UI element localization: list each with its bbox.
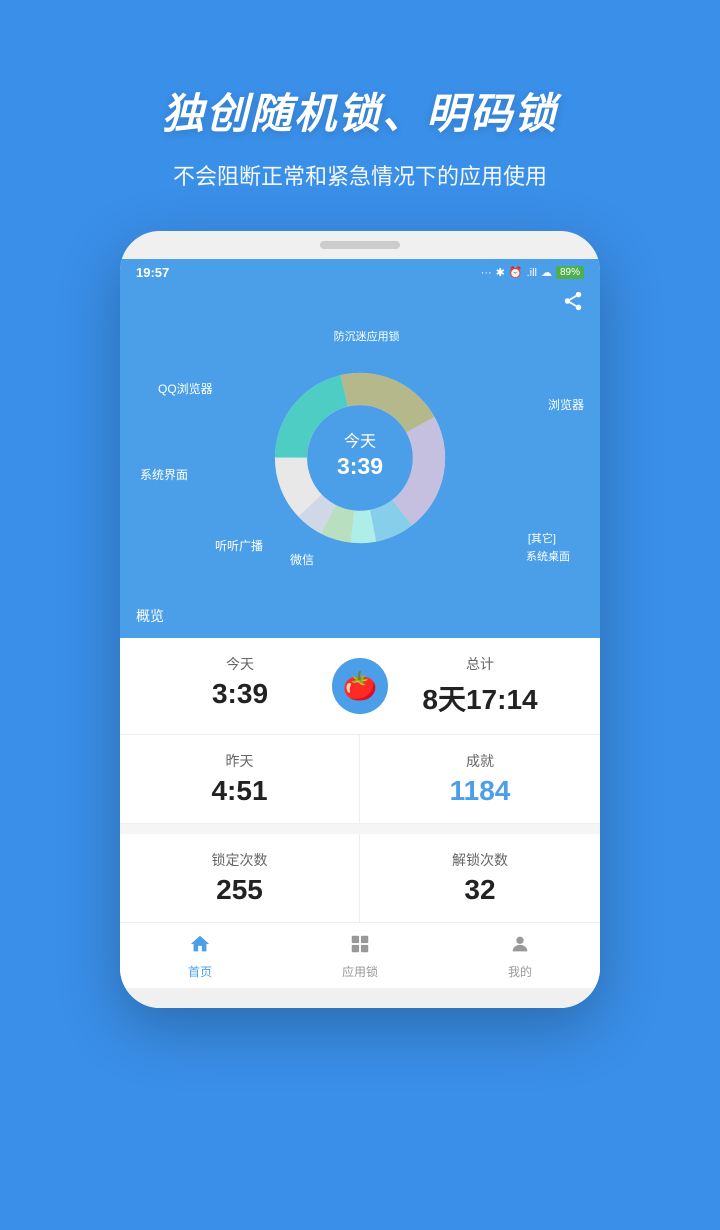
phone-top-bar <box>120 231 600 259</box>
phone-bottom-bar <box>120 988 600 1008</box>
nav-item-applock[interactable]: 应用锁 <box>280 923 440 988</box>
today-label: 今天 <box>140 654 340 674</box>
hero-subtitle: 不会阻断正常和紧急情况下的应用使用 <box>173 159 547 191</box>
alarm-icon: ⏰ <box>509 266 523 279</box>
bluetooth-symbol: ✱ <box>496 266 505 279</box>
total-value: 8天17:14 <box>380 678 580 718</box>
chart-label-system-ui: 系统界面 <box>140 466 188 483</box>
phone-mockup: 19:57 ··· ✱ ⏰ .ill ☁ 89% <box>120 231 600 1008</box>
profile-icon <box>509 933 531 961</box>
chart-area: 防沉迷应用锁 QQ浏览器 浏览器 系统界面 [其它] 系统桌面 听听广播 微信 <box>120 318 600 598</box>
phone-tab-overview: 概览 <box>120 598 600 638</box>
chart-label-app-lock: 防沉迷应用锁 <box>334 328 400 344</box>
stat-unlock-count: 解锁次数 32 <box>360 834 600 922</box>
applock-label: 应用锁 <box>342 963 378 980</box>
chart-label-browser: 浏览器 <box>548 396 584 413</box>
lock-count-label: 锁定次数 <box>140 850 339 870</box>
share-icon[interactable] <box>562 290 584 318</box>
yesterday-label: 昨天 <box>140 751 339 771</box>
stat-achievement: 成就 1184 <box>360 735 600 823</box>
chart-label-radio: 听听广播 <box>215 537 263 554</box>
yesterday-value: 4:51 <box>140 775 339 807</box>
home-label: 首页 <box>188 963 212 980</box>
applock-icon <box>349 933 371 961</box>
status-icons: ··· ✱ ⏰ .ill ☁ 89% <box>481 266 584 279</box>
stat-lock-count: 锁定次数 255 <box>120 834 360 922</box>
svg-text:3:39: 3:39 <box>337 453 383 479</box>
stat-yesterday: 昨天 4:51 <box>120 735 360 823</box>
stats-area: 今天 3:39 🍅 总计 8天17:14 昨天 4:51 成就 1184 <box>120 638 600 988</box>
chart-label-qq: QQ浏览器 <box>158 380 213 397</box>
svg-text:今天: 今天 <box>344 433 376 451</box>
achievement-label: 成就 <box>380 751 580 771</box>
status-time: 19:57 <box>136 265 169 280</box>
chart-label-wechat: 微信 <box>290 551 314 568</box>
nav-item-home[interactable]: 首页 <box>120 923 280 988</box>
lock-count-value: 255 <box>140 874 339 906</box>
total-label: 总计 <box>380 654 580 674</box>
home-icon <box>189 933 211 961</box>
signal-icon: .ill <box>527 267 537 279</box>
nav-item-mine[interactable]: 我的 <box>440 923 600 988</box>
stat-total: 总计 8天17:14 <box>360 638 600 734</box>
phone-speaker <box>320 241 400 249</box>
mine-label: 我的 <box>508 963 532 980</box>
stats-grid-top: 今天 3:39 🍅 总计 8天17:14 <box>120 638 600 735</box>
chart-label-desktop: 系统桌面 <box>526 548 570 564</box>
stats-grid-lock: 锁定次数 255 解锁次数 32 <box>120 834 600 922</box>
tomato-icon: 🍅 <box>343 670 378 703</box>
stat-today: 今天 3:39 <box>120 638 360 734</box>
wifi-icon: ☁ <box>541 266 552 279</box>
today-value: 3:39 <box>140 678 340 710</box>
share-row <box>120 286 600 318</box>
bottom-nav: 首页 应用锁 <box>120 922 600 988</box>
unlock-count-value: 32 <box>380 874 580 906</box>
stats-grid-bottom: 昨天 4:51 成就 1184 <box>120 735 600 824</box>
achievement-value: 1184 <box>380 775 580 807</box>
donut-chart: 今天 3:39 <box>245 343 475 573</box>
unlock-count-label: 解锁次数 <box>380 850 580 870</box>
battery-indicator: 89% <box>556 266 584 279</box>
bluetooth-icon: ··· <box>481 267 492 279</box>
hero-title: 独创随机锁、明码锁 <box>162 80 558 141</box>
section-divider <box>120 824 600 834</box>
status-bar: 19:57 ··· ✱ ⏰ .ill ☁ 89% <box>120 259 600 286</box>
phone-screen: 19:57 ··· ✱ ⏰ .ill ☁ 89% <box>120 259 600 988</box>
chart-label-other: [其它] <box>528 530 556 546</box>
